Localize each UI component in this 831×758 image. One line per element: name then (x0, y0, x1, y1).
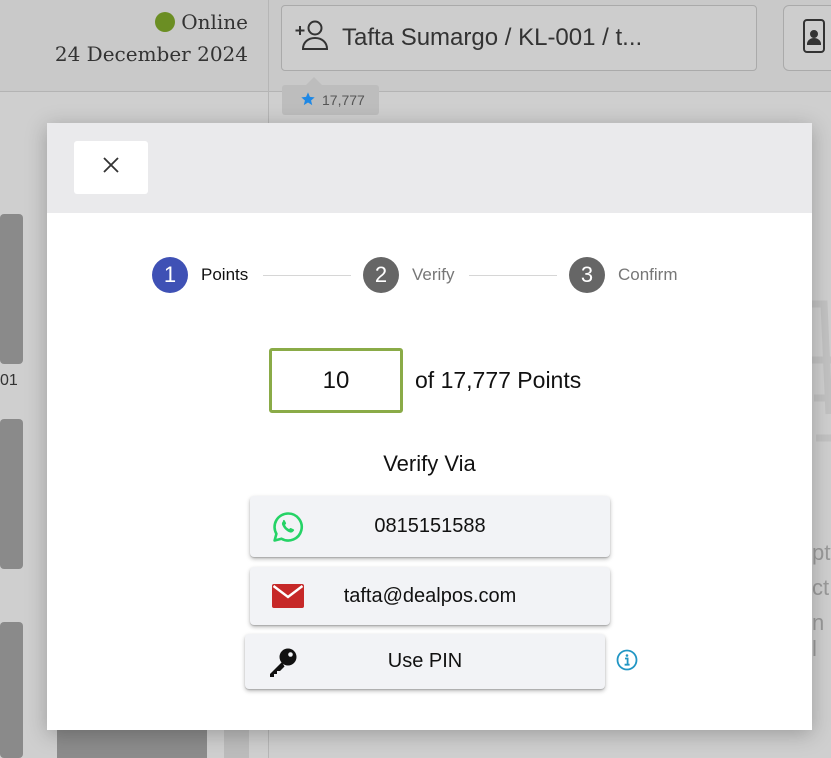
close-icon (103, 157, 119, 178)
close-button[interactable] (74, 141, 148, 194)
mobile-id-icon (802, 18, 826, 59)
dialog-header (47, 123, 812, 213)
points-total-label: of 17,777 Points (415, 367, 582, 393)
step-number: 1 (152, 257, 188, 293)
step-points: 1 Points (152, 257, 248, 293)
whatsapp-number: 0815151588 (374, 515, 486, 537)
use-pin-label: Use PIN (387, 650, 463, 672)
step-verify: 2 Verify (363, 257, 455, 293)
empty-cart-icon (810, 300, 831, 442)
points-entry: of 17,777 Points (269, 348, 581, 413)
step-number: 3 (569, 257, 605, 293)
member-card-button[interactable] (783, 5, 831, 71)
verify-pin-button[interactable]: Use PIN (245, 634, 605, 689)
current-date: 24 December 2024 (54, 42, 248, 66)
redeem-points-dialog: 1 Points 2 Verify 3 Confirm of 17,777 Po… (47, 123, 812, 730)
step-label: Points (201, 265, 249, 284)
email-address: tafta@dealpos.com (343, 584, 517, 607)
verify-email-button[interactable]: tafta@dealpos.com (250, 567, 610, 625)
whatsapp-icon (272, 511, 304, 543)
add-user-icon (294, 17, 330, 60)
online-indicator-icon (155, 12, 176, 32)
customer-name: Tafta Sumargo / KL-001 / t... (342, 24, 643, 51)
step-confirm: 3 Confirm (569, 257, 678, 293)
step-connector (469, 275, 557, 276)
step-label: Confirm (618, 265, 678, 284)
info-icon[interactable] (616, 649, 638, 671)
status-label: Online (181, 10, 248, 34)
empty-cart-text: n l (812, 610, 825, 661)
step-connector (263, 275, 351, 276)
scrollbar (224, 729, 249, 758)
points-input[interactable] (269, 348, 403, 413)
points-badge-value: 17,777 (322, 92, 365, 108)
customer-selector[interactable]: Tafta Sumargo / KL-001 / t... (281, 5, 757, 71)
empty-cart-text: ct (812, 575, 830, 600)
verify-whatsapp-button[interactable]: 0815151588 (250, 496, 610, 557)
email-icon (272, 584, 304, 608)
loyalty-points-badge: 17,777 (282, 77, 379, 115)
product-card (57, 729, 207, 758)
empty-cart-text: pty (812, 540, 831, 565)
product-card (0, 214, 23, 364)
step-number: 2 (363, 257, 399, 293)
verify-via-heading: Verify Via (383, 451, 476, 476)
key-icon (267, 646, 299, 678)
product-card (0, 419, 23, 569)
step-label: Verify (412, 265, 455, 284)
star-icon (300, 91, 316, 110)
connection-status: Online 24 December 2024 (55, 10, 248, 66)
step-indicator: 1 Points 2 Verify 3 Confirm (47, 257, 812, 293)
product-label-fragment: 01 (0, 372, 18, 389)
product-card (0, 622, 23, 758)
